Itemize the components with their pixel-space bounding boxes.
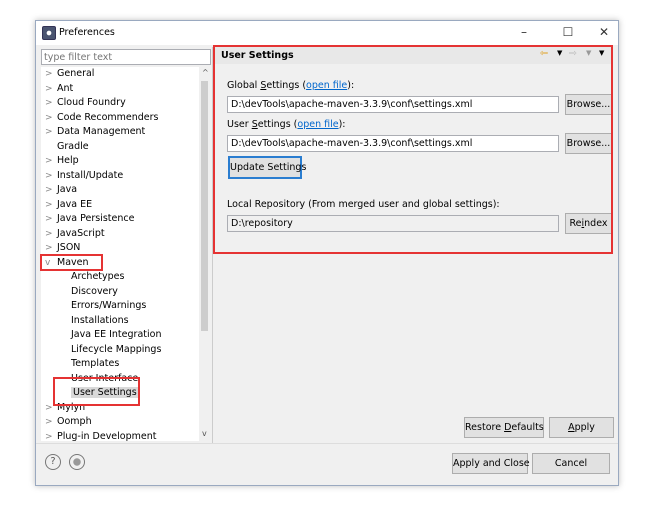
- minimize-button[interactable]: –: [514, 25, 534, 41]
- chevron-right-icon[interactable]: >: [45, 169, 57, 183]
- scrollbar-thumb[interactable]: [201, 81, 208, 331]
- tree-item-label: Java: [57, 184, 78, 195]
- tree-item-label: Oomph: [57, 416, 92, 427]
- chevron-right-icon[interactable]: >: [45, 82, 57, 96]
- tree-item-gradle[interactable]: Gradle: [45, 140, 89, 154]
- filter-input[interactable]: [41, 49, 211, 65]
- tree-item-discovery[interactable]: Discovery: [71, 285, 118, 299]
- cancel-button[interactable]: Cancel: [532, 453, 610, 474]
- tree-item-code-recommenders[interactable]: > Code Recommenders: [45, 111, 159, 125]
- tree-item-templates[interactable]: Templates: [71, 357, 119, 371]
- tree-item-label: General: [57, 68, 95, 79]
- chevron-right-icon[interactable]: >: [45, 111, 57, 125]
- highlight-user-settings-item: [53, 377, 140, 406]
- tree-item-label: Help: [57, 155, 79, 166]
- tree-item-label: JSON: [57, 242, 81, 253]
- tree-item-archetypes[interactable]: Archetypes: [71, 270, 124, 284]
- tree-item-java-persistence[interactable]: > Java Persistence: [45, 212, 134, 226]
- highlight-maven: [40, 254, 103, 271]
- tree-item-label: Installations: [71, 314, 129, 326]
- chevron-right-icon[interactable]: >: [45, 96, 57, 110]
- tree-item-lifecycle-mappings[interactable]: Lifecycle Mappings: [71, 343, 161, 357]
- chevron-right-icon[interactable]: >: [45, 125, 57, 139]
- tree-item-javascript[interactable]: > JavaScript: [45, 227, 105, 241]
- tree-item-java-ee[interactable]: > Java EE: [45, 198, 92, 212]
- restore-defaults-button[interactable]: Restore Defaults: [464, 417, 544, 438]
- chevron-right-icon[interactable]: >: [45, 183, 57, 197]
- tree-item-java-ee-integration[interactable]: Java EE Integration: [71, 328, 161, 342]
- highlight-user-settings-page: [213, 45, 613, 254]
- tree-item-java[interactable]: > Java: [45, 183, 77, 197]
- tree-item-ant[interactable]: > Ant: [45, 82, 73, 96]
- tree-item-label: Data Management: [57, 126, 146, 137]
- apply-and-close-button[interactable]: Apply and Close: [452, 453, 530, 474]
- tree-item-help[interactable]: > Help: [45, 154, 79, 168]
- tree-item-cloud-foundry[interactable]: > Cloud Foundry: [45, 96, 126, 110]
- maximize-button[interactable]: ☐: [558, 25, 578, 41]
- tree-item-general[interactable]: > General: [45, 67, 94, 81]
- tree-item-label: Plug-in Development: [57, 430, 157, 442]
- chevron-right-icon[interactable]: >: [45, 67, 57, 81]
- record-icon[interactable]: [69, 454, 85, 470]
- tree-item-data-management[interactable]: > Data Management: [45, 125, 145, 139]
- scroll-up-icon[interactable]: ^: [202, 68, 208, 77]
- tree-item-label: Java EE Integration: [71, 329, 162, 340]
- title-bar: Preferences – ☐ ✕: [36, 21, 618, 45]
- help-icon[interactable]: ?: [45, 454, 61, 470]
- tree-item-installations[interactable]: Installations: [71, 314, 129, 328]
- tree-item-label: Archetypes: [71, 271, 125, 282]
- tree-item-label: Templates: [71, 358, 120, 369]
- tree-item-label: Java Persistence: [57, 213, 135, 224]
- tree-item-label: Gradle: [57, 140, 89, 152]
- scroll-down-icon[interactable]: v: [202, 429, 207, 438]
- chevron-right-icon[interactable]: >: [45, 227, 57, 241]
- tree-item-plug-in-development[interactable]: > Plug-in Development: [45, 430, 156, 442]
- chevron-right-icon[interactable]: >: [45, 430, 57, 442]
- chevron-right-icon[interactable]: >: [45, 415, 57, 429]
- chevron-right-icon[interactable]: >: [45, 154, 57, 168]
- chevron-right-icon[interactable]: >: [45, 198, 57, 212]
- tree-item-errors-warnings[interactable]: Errors/Warnings: [71, 299, 146, 313]
- tree-item-label: Code Recommenders: [57, 111, 159, 123]
- window-title: Preferences: [59, 27, 115, 38]
- chevron-right-icon[interactable]: >: [45, 212, 57, 226]
- tree-item-label: Ant: [57, 82, 74, 94]
- tree-item-label: JavaScript: [57, 227, 105, 239]
- divider: [36, 443, 618, 444]
- apply-button[interactable]: Apply: [549, 417, 614, 438]
- tree-item-label: Errors/Warnings: [71, 300, 147, 311]
- tree-item-label: Cloud Foundry: [57, 97, 126, 108]
- close-button[interactable]: ✕: [594, 25, 614, 41]
- tree-item-label: Lifecycle Mappings: [71, 343, 162, 355]
- tree-item-label: Java EE: [57, 198, 93, 210]
- tree-item-install-update[interactable]: > Install/Update: [45, 169, 123, 183]
- tree-item-label: Discovery: [71, 285, 118, 297]
- tree-item-label: Install/Update: [57, 169, 124, 181]
- eclipse-icon: [42, 26, 56, 40]
- tree-item-json[interactable]: > JSON: [45, 241, 80, 255]
- tree-item-oomph[interactable]: > Oomph: [45, 415, 92, 429]
- chevron-right-icon[interactable]: >: [45, 241, 57, 255]
